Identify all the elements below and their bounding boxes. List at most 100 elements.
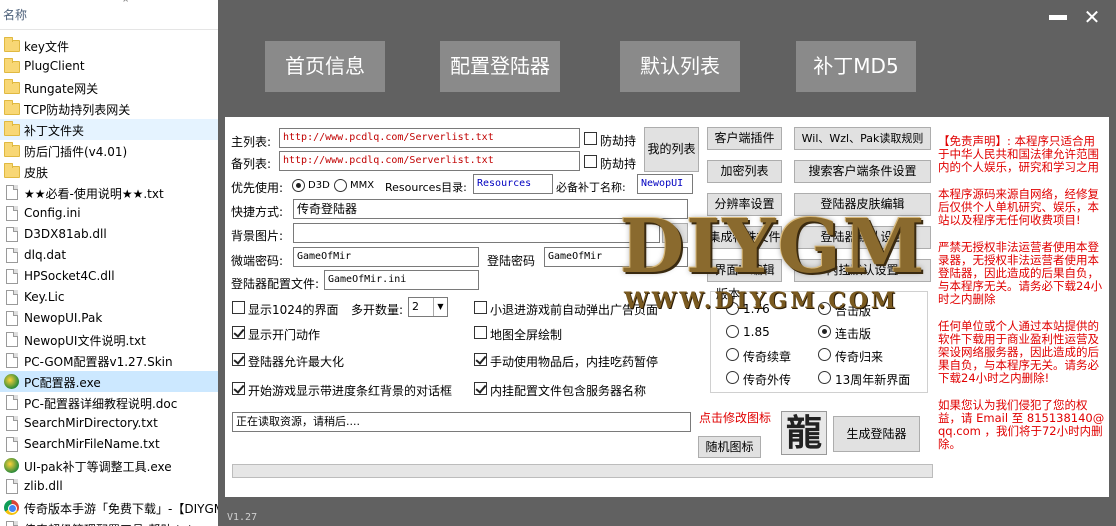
version-radio[interactable] bbox=[726, 348, 739, 361]
version-radio[interactable] bbox=[818, 302, 831, 315]
action-button[interactable]: 集成特殊文件 bbox=[707, 226, 782, 249]
file-list-item[interactable]: Config.ini bbox=[0, 203, 218, 224]
manual-item-checkbox[interactable] bbox=[474, 353, 487, 366]
app-window: ✕ 首页信息 配置登陆器 默认列表 补丁MD5 主列表: http://www.… bbox=[218, 0, 1116, 526]
file-list-item[interactable]: 皮肤 bbox=[0, 161, 218, 182]
file-list-item[interactable]: key文件 bbox=[0, 35, 218, 56]
change-icon-link[interactable]: 点击修改图标 bbox=[699, 409, 771, 426]
random-icon-button[interactable]: 随机图标 bbox=[698, 436, 761, 458]
browse-background-button[interactable]: … bbox=[662, 223, 688, 243]
file-list-item[interactable]: D3DX81ab.dll bbox=[0, 224, 218, 245]
tab-default-list[interactable]: 默认列表 bbox=[620, 41, 740, 92]
tab-configure-launcher[interactable]: 配置登陆器 bbox=[440, 41, 560, 92]
action-button[interactable]: 加密列表 bbox=[707, 160, 782, 183]
name-column-header[interactable]: ⌃ 名称 bbox=[0, 0, 218, 30]
tab-patch-md5[interactable]: 补丁MD5 bbox=[796, 41, 916, 92]
background-input[interactable] bbox=[293, 223, 660, 243]
anti-hijack-backup-checkbox[interactable] bbox=[584, 155, 597, 168]
file-name: ★★必看-使用说明★★.txt bbox=[24, 187, 164, 201]
document-icon bbox=[6, 206, 18, 221]
patch-name-input[interactable]: NewopUI bbox=[637, 174, 693, 194]
d3d-radio[interactable] bbox=[292, 179, 305, 192]
resources-dir-input[interactable]: Resources bbox=[473, 174, 553, 194]
version-radio-label: 13周年新界面 bbox=[835, 373, 911, 387]
show-1024-checkbox[interactable] bbox=[232, 301, 245, 314]
main-list-input[interactable]: http://www.pcdlq.com/Serverlist.txt bbox=[279, 128, 580, 148]
minimize-button[interactable] bbox=[1046, 6, 1070, 28]
map-fullscreen-checkbox[interactable] bbox=[474, 326, 487, 339]
version-radio-label: 传奇续章 bbox=[743, 350, 792, 364]
file-list-item[interactable]: PlugClient bbox=[0, 56, 218, 77]
multi-open-label: 多开数量: bbox=[351, 303, 404, 317]
file-list-item[interactable]: Key.Lic bbox=[0, 287, 218, 308]
show-gate-anim-checkbox[interactable] bbox=[232, 326, 245, 339]
disclaimer-p4: 任何单位或个人通过本站提供的软件下载用于商业盈利性运营及架设网络服务器，因此造成… bbox=[938, 319, 1099, 385]
file-list-item[interactable]: ★★必看-使用说明★★.txt bbox=[0, 182, 218, 203]
action-button[interactable]: 登陆器皮肤编辑 bbox=[794, 193, 931, 216]
action-button[interactable]: 客户端插件 bbox=[707, 127, 782, 150]
file-name: 传奇版本手游「免费下载」-【DIYGM bbox=[24, 502, 218, 516]
config-file-label: 登陆器配置文件: bbox=[231, 277, 320, 291]
multi-open-select[interactable]: 2 ▼ bbox=[408, 297, 448, 317]
version-radio-label: 传奇外传 bbox=[743, 373, 792, 387]
file-list-item[interactable]: zlib.dll bbox=[0, 476, 218, 497]
exit-ad-checkbox[interactable] bbox=[474, 301, 487, 314]
shortcut-input[interactable]: 传奇登陆器 bbox=[293, 199, 688, 219]
hang-config-checkbox[interactable] bbox=[474, 382, 487, 395]
file-list-item[interactable]: dlq.dat bbox=[0, 245, 218, 266]
file-list-item[interactable]: 防后门插件(v4.01) bbox=[0, 140, 218, 161]
tab-home-info[interactable]: 首页信息 bbox=[265, 41, 385, 92]
file-list-item[interactable]: NewopUI.Pak bbox=[0, 308, 218, 329]
backup-list-input[interactable]: http://www.pcdlq.com/Serverlist.txt bbox=[279, 151, 580, 171]
version-radio[interactable] bbox=[726, 371, 739, 384]
manual-item-label: 手动使用物品后，内挂吃药暂停 bbox=[490, 355, 659, 369]
action-button[interactable]: 界面UI编辑 bbox=[707, 259, 782, 282]
executable-icon bbox=[4, 458, 19, 473]
folder-icon bbox=[4, 163, 20, 178]
allow-maximize-checkbox[interactable] bbox=[232, 353, 245, 366]
generate-launcher-button[interactable]: 生成登陆器 bbox=[833, 416, 920, 452]
close-button[interactable]: ✕ bbox=[1080, 6, 1104, 28]
micro-password-input[interactable]: GameOfMir bbox=[293, 247, 479, 267]
folder-icon bbox=[4, 142, 20, 157]
file-list-item[interactable]: UI-pak补丁等调整工具.exe bbox=[0, 455, 218, 476]
document-icon bbox=[6, 227, 18, 242]
version-radio[interactable] bbox=[818, 348, 831, 361]
version-radio[interactable] bbox=[818, 325, 831, 338]
version-radio[interactable] bbox=[818, 371, 831, 384]
file-list-item[interactable]: SearchMirFileName.txt bbox=[0, 434, 218, 455]
action-button[interactable]: 分辨率设置 bbox=[707, 193, 782, 216]
priority-label: 优先使用: bbox=[231, 181, 284, 195]
config-file-input[interactable]: GameOfMir.ini bbox=[324, 270, 479, 290]
mmx-radio[interactable] bbox=[334, 179, 347, 192]
version-radio[interactable] bbox=[726, 302, 739, 315]
file-list-item[interactable]: 传奇版本手游「免费下载」-【DIYGM bbox=[0, 497, 218, 518]
micro-password-label: 微端密码: bbox=[231, 254, 284, 268]
anti-hijack-main-checkbox[interactable] bbox=[584, 132, 597, 145]
file-list-item[interactable]: PC配置器.exe bbox=[0, 371, 218, 392]
file-list-item[interactable]: SearchMirDirectory.txt bbox=[0, 413, 218, 434]
exit-ad-label: 小退进游戏前自动弹出广告页面 bbox=[490, 303, 659, 317]
file-list-item[interactable]: Rungate网关 bbox=[0, 77, 218, 98]
file-list-item[interactable]: PC-配置器详细教程说明.doc bbox=[0, 392, 218, 413]
login-password-input[interactable]: GameOfMir bbox=[544, 247, 688, 267]
file-list-item[interactable]: 传奇超级管理配置工具-帮助.txt bbox=[0, 518, 218, 526]
file-list-item[interactable]: TCP防劫持列表网关 bbox=[0, 98, 218, 119]
action-button[interactable]: 登陆器默认设置 bbox=[794, 226, 931, 249]
version-radio[interactable] bbox=[726, 325, 739, 338]
status-field: 正在读取资源，请稍后.... bbox=[232, 412, 691, 432]
my-list-button[interactable]: 我的列表 bbox=[644, 127, 699, 172]
file-list-item[interactable]: NewopUI文件说明.txt bbox=[0, 329, 218, 350]
file-list-item[interactable]: 补丁文件夹 bbox=[0, 119, 218, 140]
name-column-label: 名称 bbox=[3, 8, 28, 22]
file-list-item[interactable]: PC-GOM配置器v1.27.Skin bbox=[0, 350, 218, 371]
action-button[interactable]: 内挂默认设置 bbox=[794, 259, 931, 282]
disclaimer-p3: 严禁无授权非法运营者使用本登录器，无授权非法运营者使用本登陆器，因此造成的后果自… bbox=[938, 240, 1103, 306]
file-list-item[interactable]: HPSocket4C.dll bbox=[0, 266, 218, 287]
action-button[interactable]: Wil、Wzl、Pak读取规则 bbox=[794, 127, 931, 150]
progress-dialog-checkbox[interactable] bbox=[232, 382, 245, 395]
disclaimer-p1: 【免责声明】: 本程序只适合用于中华人民共和国法律允许范围内的个人娱乐，研究和学… bbox=[938, 134, 1099, 174]
action-button[interactable]: 搜索客户端条件设置 bbox=[794, 160, 931, 183]
version-radio-label: 传奇归来 bbox=[835, 350, 884, 364]
launcher-icon-preview[interactable]: 龍 bbox=[781, 411, 827, 455]
